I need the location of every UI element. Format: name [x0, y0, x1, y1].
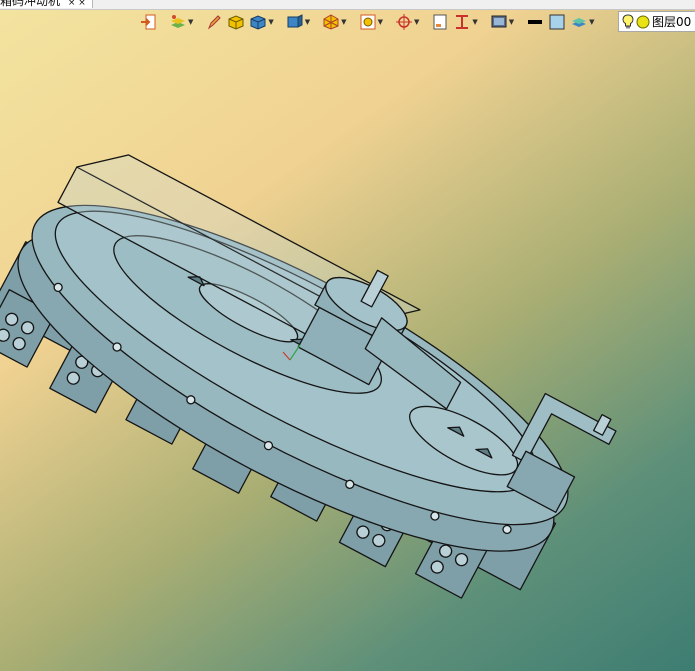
paint-layers-icon	[171, 15, 185, 28]
layer-selector[interactable]: 图层00	[618, 11, 695, 32]
document-tab-title: 箱码冲动机	[0, 0, 61, 8]
view-toolbar: ▼ ▼ ▼ ▼ ▼ ▼ ▼ ▼ ▼	[138, 10, 596, 34]
blue-box-icon	[250, 15, 266, 30]
document-tab-strip: 箱码冲动机 × ×	[0, 0, 695, 10]
3d-viewport[interactable]	[0, 36, 695, 671]
blue-box-button[interactable]: ▼	[248, 11, 274, 33]
import-icon	[141, 14, 156, 30]
layers-button[interactable]: ▼	[569, 11, 595, 33]
pen-button[interactable]	[204, 11, 224, 33]
render-mode-icon	[323, 14, 339, 30]
layers-icon	[572, 18, 587, 27]
view-cube-icon	[287, 14, 303, 28]
chevron-down-icon[interactable]: ▼	[341, 18, 346, 26]
display-icon	[491, 15, 507, 28]
chevron-down-icon[interactable]: ▼	[188, 18, 193, 26]
pivot-button[interactable]: ▼	[394, 11, 420, 33]
fill-color-icon	[549, 14, 565, 30]
zoom-fit-button[interactable]: ▼	[358, 11, 384, 33]
page-button[interactable]	[430, 11, 450, 33]
cad-model	[0, 154, 617, 599]
yellow-box-icon	[228, 15, 244, 30]
fill-color-button[interactable]	[547, 11, 567, 33]
section-button[interactable]: ▼	[452, 11, 478, 33]
layer-color-icon[interactable]	[636, 15, 650, 29]
render-mode-button[interactable]: ▼	[321, 11, 347, 33]
section-icon	[456, 15, 469, 29]
lightbulb-icon[interactable]	[622, 13, 634, 30]
document-tab[interactable]: 箱码冲动机 × ×	[0, 0, 93, 8]
page-icon	[433, 14, 447, 30]
pivot-icon	[395, 14, 412, 30]
chevron-down-icon[interactable]: ▼	[268, 18, 273, 26]
layer-name: 图层00	[652, 15, 692, 29]
line-color-icon	[528, 20, 543, 24]
chevron-down-icon[interactable]: ▼	[589, 18, 594, 26]
chevron-down-icon[interactable]: ▼	[509, 18, 514, 26]
chevron-down-icon[interactable]: ▼	[472, 18, 477, 26]
zoom-fit-icon	[360, 14, 376, 30]
yellow-box-button[interactable]	[226, 11, 246, 33]
chevron-down-icon[interactable]: ▼	[378, 18, 383, 26]
chevron-down-icon[interactable]: ▼	[305, 18, 310, 26]
chevron-down-icon[interactable]: ▼	[414, 18, 419, 26]
pen-icon	[208, 15, 222, 30]
line-color-button[interactable]	[525, 11, 545, 33]
display-button[interactable]: ▼	[489, 11, 515, 33]
paint-layers-button[interactable]: ▼	[168, 11, 194, 33]
import-button[interactable]	[138, 11, 158, 33]
view-cube-button[interactable]: ▼	[285, 11, 311, 33]
close-icon[interactable]: × ×	[68, 0, 86, 8]
